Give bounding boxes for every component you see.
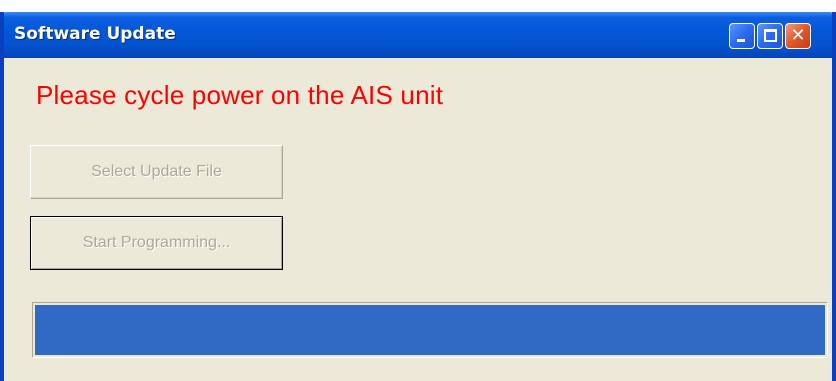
status-message: Please cycle power on the AIS unit xyxy=(36,80,444,110)
maximize-button[interactable] xyxy=(757,23,783,49)
start-programming-label: Start Programming... xyxy=(82,234,231,251)
title-bar[interactable]: Software Update ✕ xyxy=(4,12,832,58)
window-content: Please cycle power on the AIS unit Selec… xyxy=(4,58,832,381)
window-title: Software Update xyxy=(14,24,176,44)
software-update-window: Software Update ✕ Please cycle power on … xyxy=(0,12,836,381)
progress-fill xyxy=(35,305,825,355)
minimize-button[interactable] xyxy=(729,23,755,49)
minimize-icon xyxy=(737,39,745,42)
progress-track xyxy=(35,305,825,355)
start-programming-button[interactable]: Start Programming... xyxy=(30,216,283,270)
close-button[interactable]: ✕ xyxy=(785,23,811,49)
select-update-file-button[interactable]: Select Update File xyxy=(30,145,283,199)
progress-bar xyxy=(32,302,828,358)
select-update-file-label: Select Update File xyxy=(91,163,222,180)
maximize-icon xyxy=(764,29,777,42)
close-icon: ✕ xyxy=(790,25,806,46)
